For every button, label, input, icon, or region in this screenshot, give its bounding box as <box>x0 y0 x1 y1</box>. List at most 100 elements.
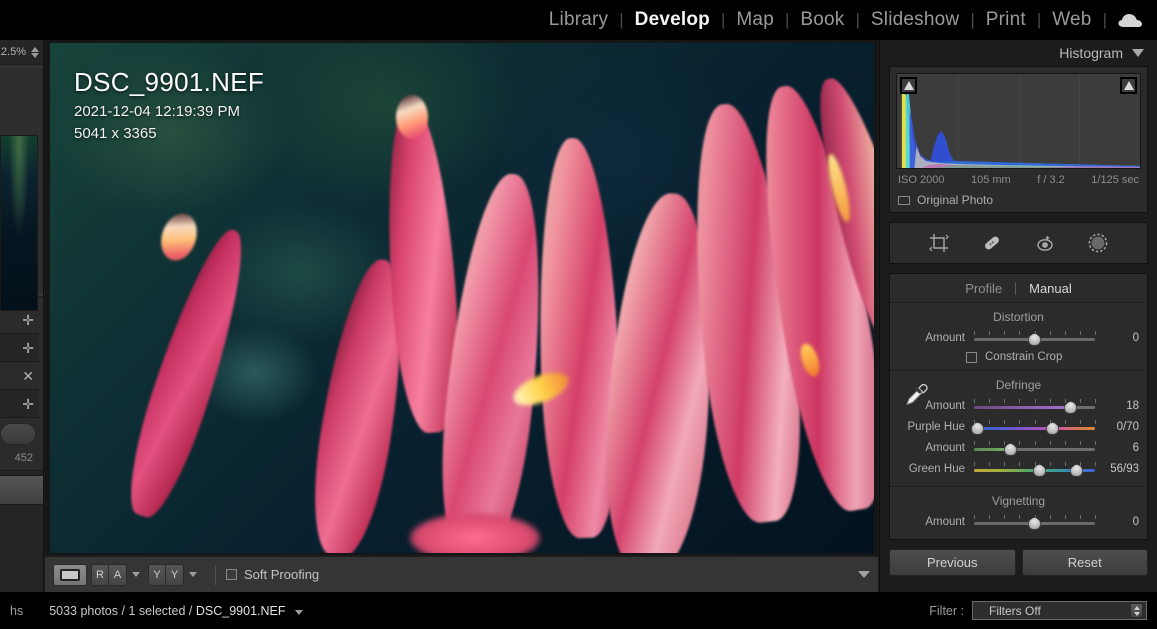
vignetting-title: Vignetting <box>991 494 1046 508</box>
defringe-green-hue-label: Green Hue <box>908 462 965 475</box>
original-photo-checkbox[interactable] <box>898 195 910 205</box>
right-panel: Histogram ISO 2000 105 mm f / 3.2 1/125 … <box>879 40 1157 604</box>
red-eye-icon[interactable] <box>1032 230 1058 256</box>
distortion-amount-slider[interactable]: Amount 0 <box>890 327 1147 348</box>
before-after-toggle[interactable]: R A <box>91 563 127 586</box>
slider-track-area[interactable] <box>974 330 1096 346</box>
history-panel-clear-button[interactable]: ✕ <box>0 362 39 390</box>
module-print[interactable]: Print <box>975 9 1037 31</box>
slider-track-area[interactable] <box>974 398 1096 414</box>
before-after-left-label[interactable]: R <box>92 564 109 585</box>
module-map[interactable]: Map <box>725 9 785 31</box>
overlay-dimensions: 5041 x 3365 <box>74 125 157 142</box>
defringe-purple-hue-value[interactable]: 0/70 <box>1095 421 1139 433</box>
before-after-right-label[interactable]: A <box>109 564 126 585</box>
constrain-crop-row[interactable]: Constrain Crop <box>890 348 1147 363</box>
module-web[interactable]: Web <box>1041 9 1102 31</box>
original-photo-row[interactable]: Original Photo <box>896 186 1141 208</box>
navigator-zoom-stepper[interactable] <box>31 46 39 58</box>
distortion-amount-value[interactable]: 0 <box>1095 332 1139 344</box>
masking-icon[interactable] <box>1085 230 1111 256</box>
module-develop[interactable]: Develop <box>624 9 721 31</box>
chevron-down-icon[interactable] <box>1132 49 1144 57</box>
slider-track <box>974 447 1095 451</box>
defringe-eyedropper-icon[interactable] <box>900 381 930 416</box>
defringe-green-hue-value[interactable]: 56/93 <box>1095 463 1139 475</box>
histogram-curves <box>901 87 1140 168</box>
slider-track-area[interactable] <box>974 461 1096 477</box>
left-panel-count: 452 <box>14 452 33 464</box>
highlight-clipping-button[interactable] <box>1120 77 1137 94</box>
module-slideshow[interactable]: Slideshow <box>860 9 970 31</box>
navigator-thumbnail <box>0 135 38 311</box>
filmstrip-status-bar: hs 5033 photos / 1 selected / DSC_9901.N… <box>0 592 1157 629</box>
cloud-sync-icon[interactable] <box>1107 12 1149 29</box>
develop-tool-strip <box>889 222 1148 264</box>
crop-overlay-icon[interactable] <box>926 230 952 256</box>
constrain-crop-label: Constrain Crop <box>985 351 1063 363</box>
left-panel: 12.5% ✛ ✛ ✕ ✛ 452 <box>0 40 44 592</box>
status-selection-count: 1 selected / <box>128 603 193 618</box>
reset-button[interactable]: Reset <box>1021 549 1148 576</box>
yy-right-label[interactable]: Y <box>166 564 183 585</box>
original-photo-label: Original Photo <box>917 193 994 207</box>
photo-preview[interactable]: DSC_9901.NEF 2021-12-04 12:19:39 PM 5041… <box>50 43 874 553</box>
filter-stepper-icon[interactable] <box>1130 603 1143 618</box>
module-book[interactable]: Book <box>789 9 855 31</box>
snapshots-panel-add-button[interactable]: ✛ <box>0 334 39 362</box>
lens-corrections-panel: Profile Manual Distortion Amount 0 Const… <box>889 273 1148 540</box>
shadow-clipping-button[interactable] <box>900 77 917 94</box>
develop-toolbar: R A Y Y Soft Proofing <box>45 556 878 592</box>
status-photo-path[interactable]: 5033 photos / 1 selected / DSC_9901.NEF <box>49 604 303 618</box>
defringe-purple-hue-slider[interactable]: Purple Hue 0/70 <box>890 416 1147 437</box>
toolbar-collapse-icon[interactable] <box>858 571 870 578</box>
defringe-green-hue-slider[interactable]: Green Hue 56/93 <box>890 458 1147 479</box>
slider-ticks <box>974 398 1096 404</box>
image-canvas-area: DSC_9901.NEF 2021-12-04 12:19:39 PM 5041… <box>45 40 878 555</box>
vignetting-amount-value[interactable]: 0 <box>1095 516 1139 528</box>
exif-aperture: f / 3.2 <box>1037 174 1065 186</box>
lightroom-develop-window: Library | Develop | Map | Book | Slidesh… <box>0 0 1157 629</box>
yy-dropdown-icon[interactable] <box>189 572 197 577</box>
tab-manual[interactable]: Manual <box>1016 281 1085 296</box>
filter-label: Filter : <box>929 603 964 618</box>
status-left-truncated: hs <box>10 603 24 618</box>
tab-profile[interactable]: Profile <box>952 281 1015 296</box>
navigator-header: 12.5% <box>0 40 43 64</box>
defringe-green-amount-slider[interactable]: Amount 6 <box>890 437 1147 458</box>
close-icon: ✕ <box>22 367 34 384</box>
histogram-header[interactable]: Histogram <box>880 40 1157 66</box>
yy-left-label[interactable]: Y <box>149 564 166 585</box>
filter-dropdown[interactable]: Filters Off <box>972 601 1147 620</box>
navigator-preview[interactable] <box>0 66 43 311</box>
navigator-zoom-level[interactable]: 12.5% <box>0 46 26 58</box>
slider-ticks <box>974 419 1096 425</box>
defringe-purple-amount-value[interactable]: 18 <box>1095 400 1139 412</box>
constrain-crop-checkbox[interactable] <box>966 351 977 363</box>
defringe-green-amount-value[interactable]: 6 <box>1095 442 1139 454</box>
exif-shutter-speed: 1/125 sec <box>1091 174 1139 186</box>
yy-view-toggle[interactable]: Y Y <box>148 563 184 586</box>
chevron-down-icon[interactable] <box>294 609 303 615</box>
loupe-view-button[interactable] <box>53 563 87 586</box>
vignetting-amount-slider[interactable]: Amount 0 <box>890 511 1147 532</box>
collections-panel-add-button[interactable]: ✛ <box>0 390 39 418</box>
petal-tip-shape <box>396 95 428 139</box>
slider-track-area[interactable] <box>974 514 1096 530</box>
soft-proofing-checkbox[interactable] <box>226 569 237 580</box>
histogram-title: Histogram <box>1059 45 1123 61</box>
module-library[interactable]: Library <box>538 9 619 31</box>
previous-button[interactable]: Previous <box>889 549 1016 576</box>
left-panel-bottom-button[interactable] <box>0 475 43 505</box>
histogram-graph[interactable] <box>896 73 1141 169</box>
defringe-purple-hue-label: Purple Hue <box>907 420 965 433</box>
import-button[interactable] <box>0 423 36 445</box>
filter-controls: Filter : Filters Off <box>929 601 1147 620</box>
slider-track-area[interactable] <box>974 440 1096 456</box>
spot-removal-icon[interactable] <box>979 230 1005 256</box>
overlay-filename: DSC_9901.NEF <box>74 67 265 97</box>
histogram-panel: ISO 2000 105 mm f / 3.2 1/125 sec Origin… <box>889 66 1148 213</box>
left-panel-sections: ✛ ✛ ✕ ✛ 452 <box>0 299 43 471</box>
before-after-dropdown-icon[interactable] <box>132 572 140 577</box>
slider-track-area[interactable] <box>971 419 1096 435</box>
